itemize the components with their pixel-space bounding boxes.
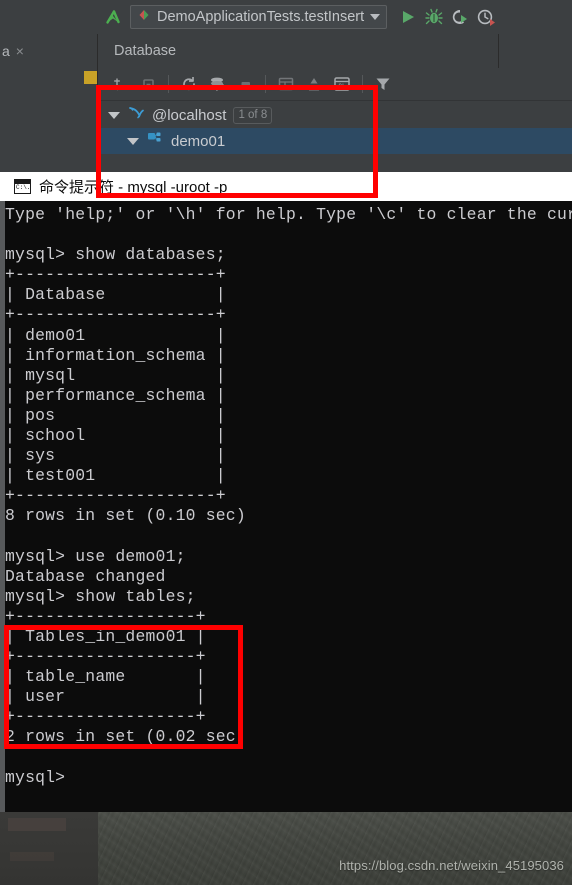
filter-funnel-icon[interactable] (370, 71, 396, 97)
remove-icon[interactable] (135, 71, 161, 97)
refresh-icon[interactable] (176, 71, 202, 97)
database-toolbar: QL (99, 68, 572, 101)
sync-filter-icon[interactable] (204, 71, 230, 97)
database-tool-window: QL @localhost 1 of 8 demo01 (99, 68, 572, 172)
run-config-name: DemoApplicationTests.testInsert (157, 9, 365, 25)
ide-run-toolbar: DemoApplicationTests.testInsert (0, 0, 572, 34)
watermark-url: https://blog.csdn.net/weixin_45195036 (339, 858, 564, 873)
tree-item-localhost[interactable]: @localhost 1 of 8 (99, 102, 572, 128)
gutter-bookmark-marker (84, 71, 97, 84)
run-configuration-selector[interactable]: DemoApplicationTests.testInsert (130, 5, 388, 29)
tab-database[interactable]: Database (99, 34, 499, 68)
svg-text:QL: QL (338, 83, 346, 90)
back-arrow-icon[interactable] (100, 4, 126, 30)
desktop-left-region (0, 812, 98, 885)
toolbar-separator-3 (362, 75, 363, 93)
expanded-triangle-icon[interactable] (108, 111, 120, 119)
cmd-console-icon: C:\. (14, 179, 31, 194)
tree-item-demo01[interactable]: demo01 (99, 128, 572, 154)
tree-item-localhost-label: @localhost (152, 106, 227, 124)
tool-window-tab-strip: a × Database (0, 34, 572, 68)
stop-icon[interactable] (232, 71, 258, 97)
add-new-icon[interactable] (107, 71, 133, 97)
tree-empty-row (99, 154, 572, 172)
jump-to-editor-icon[interactable] (301, 71, 327, 97)
tab-strip-overflow (500, 34, 572, 68)
command-prompt-title-bar[interactable]: C:\. 命令提示符 - mysql -uroot -p (0, 172, 572, 201)
command-prompt-window: C:\. 命令提示符 - mysql -uroot -p Type 'help;… (0, 172, 572, 812)
editor-gutter-sliver (0, 68, 98, 172)
command-prompt-body[interactable]: Type 'help;' or '\h' for help. Type '\c'… (5, 201, 572, 812)
toolbar-separator (168, 75, 169, 93)
data-source-properties-icon[interactable]: QL (329, 71, 355, 97)
tree-item-localhost-badge: 1 of 8 (233, 106, 273, 124)
editor-tab-truncated[interactable]: a × (0, 34, 98, 68)
run-with-coverage-icon[interactable] (447, 4, 473, 30)
editor-tab-label: a (2, 43, 10, 59)
screenshot-root: DemoApplicationTests.testInsert a × Data… (0, 0, 572, 885)
chevron-down-icon[interactable] (370, 14, 381, 20)
command-prompt-title-text: 命令提示符 - mysql -uroot -p (39, 179, 228, 196)
mysql-dolphin-icon (127, 104, 145, 126)
tree-item-demo01-label: demo01 (171, 132, 226, 150)
schema-icon (146, 131, 164, 152)
cmd-console-icon-text: C:\. (16, 184, 31, 191)
toolbar-separator-2 (265, 75, 266, 93)
profiler-clock-icon[interactable] (473, 4, 499, 30)
toolbar-left-spacer (0, 17, 100, 18)
run-play-icon[interactable] (395, 4, 421, 30)
debug-bug-icon[interactable] (421, 4, 447, 30)
open-console-icon[interactable] (273, 71, 299, 97)
tab-database-label: Database (114, 43, 177, 59)
expanded-triangle-icon[interactable] (127, 137, 139, 145)
console-output: Type 'help;' or '\h' for help. Type '\c'… (5, 205, 572, 787)
close-icon[interactable]: × (16, 43, 24, 59)
run-config-split-icon (137, 8, 151, 27)
